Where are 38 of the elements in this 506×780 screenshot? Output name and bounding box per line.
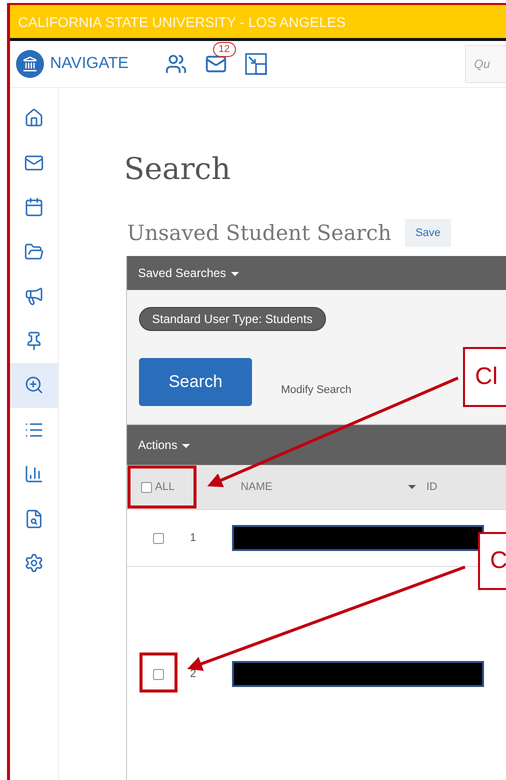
search-field[interactable]: Qu [465, 45, 506, 83]
callout-box: Cl [463, 347, 506, 407]
column-header[interactable]: ID [426, 481, 438, 493]
highlight-frame [128, 466, 196, 508]
column-header[interactable]: NAME [240, 481, 272, 493]
save-button[interactable]: Save [405, 219, 451, 247]
sidebar-item[interactable] [10, 363, 58, 408]
home-icon [24, 108, 44, 128]
university-banner: CALIFORNIA STATE UNIVERSITY - LOS ANGELES [10, 5, 506, 41]
row-number: 2 [190, 668, 198, 680]
chart-icon [24, 464, 44, 484]
megaphone-icon [24, 286, 44, 306]
filter-chip[interactable]: Standard User Type: Students [139, 307, 326, 331]
calendar-icon [24, 197, 44, 218]
search-icon [24, 375, 44, 396]
row-checkbox[interactable] [153, 532, 164, 544]
row-number: 1 [190, 532, 198, 544]
actions-dropdown[interactable]: Actions [138, 438, 190, 452]
university-logo-icon [16, 50, 44, 78]
modify-search-link[interactable]: Modify Search [281, 384, 352, 406]
highlight-frame [140, 652, 178, 692]
report-icon [24, 508, 44, 529]
people-icon[interactable] [164, 53, 187, 75]
folder-icon [24, 242, 44, 262]
window-icon[interactable] [244, 53, 267, 75]
column-header: ALL [155, 481, 175, 493]
settings-icon [24, 553, 44, 574]
select-all-checkbox[interactable] [141, 482, 152, 492]
mail-icon[interactable] [204, 53, 227, 75]
row-checkbox[interactable] [153, 668, 164, 680]
saved-searches-dropdown[interactable]: Saved Searches [138, 266, 240, 280]
mail-icon [24, 152, 44, 173]
search-button[interactable]: Search [139, 358, 252, 406]
message-count: 12 [212, 42, 236, 57]
sort-caret-icon[interactable] [408, 485, 416, 489]
brand-name: NAVIGATE [50, 55, 129, 73]
search-title: Unsaved Student Search [127, 221, 392, 245]
page-title: Search [124, 152, 231, 187]
